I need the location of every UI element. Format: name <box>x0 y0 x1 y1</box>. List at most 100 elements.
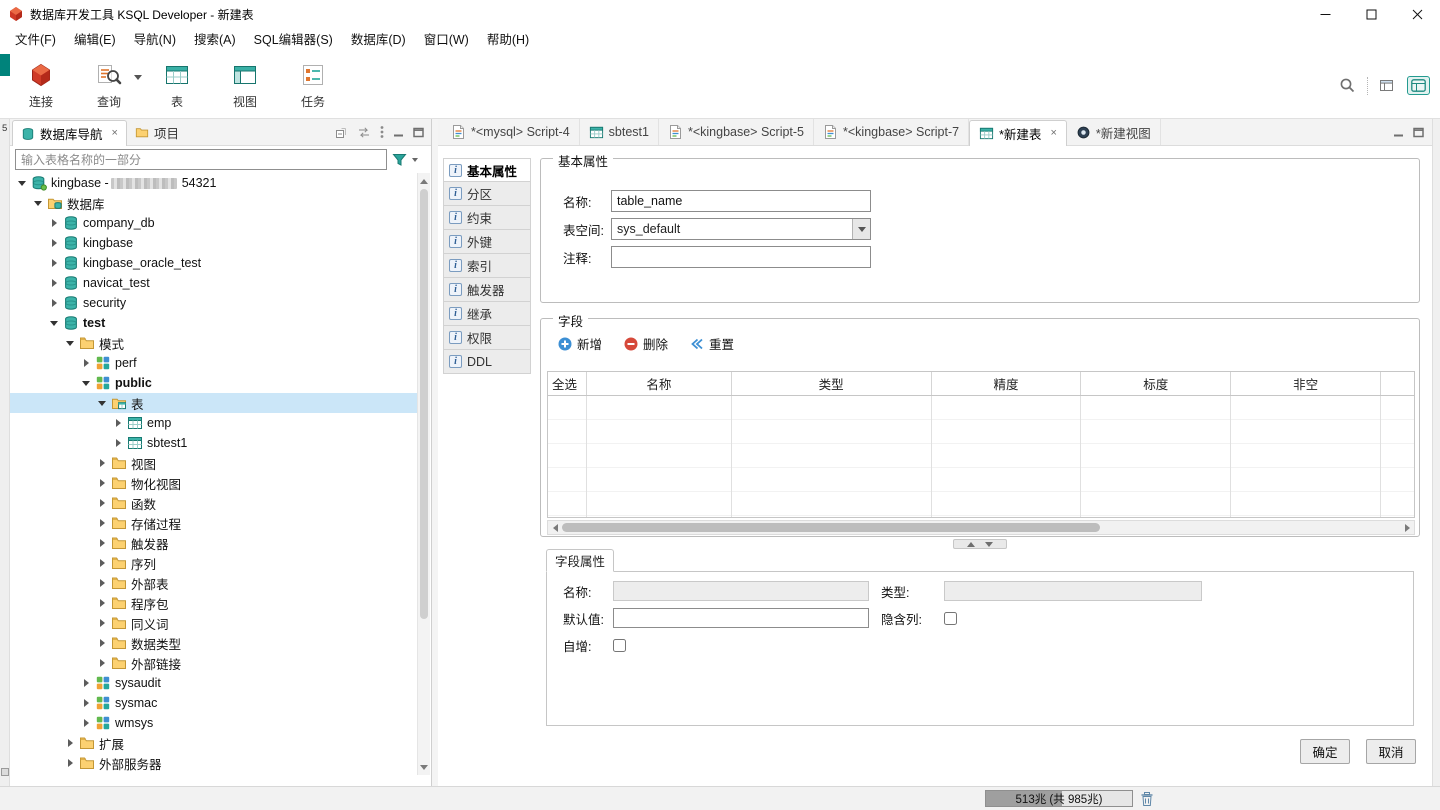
splitter[interactable] <box>540 538 1420 550</box>
toolbar-button[interactable]: 查询 <box>84 57 142 114</box>
cancel-button[interactable]: 取消 <box>1366 739 1416 764</box>
toolbar-button[interactable]: 任务 <box>288 57 338 114</box>
tree-item[interactable]: 外部链接 <box>10 653 417 673</box>
category-item[interactable]: i 外键 <box>443 230 531 254</box>
editor-tab[interactable]: *<mysql> Script-4 <box>442 119 580 145</box>
category-item[interactable]: i 继承 <box>443 302 531 326</box>
grid-column-header[interactable]: 名称 <box>587 372 732 395</box>
active-perspective-icon[interactable] <box>1407 76 1430 95</box>
grid-column-header[interactable] <box>1381 372 1414 395</box>
menu-item[interactable]: 导航(N) <box>125 29 185 51</box>
tree-expander-icon[interactable] <box>94 479 110 487</box>
scrollbar-thumb[interactable] <box>562 523 1100 532</box>
tree-item[interactable]: 扩展 <box>10 733 417 753</box>
editor-tab[interactable]: *新建视图 <box>1067 119 1161 145</box>
toolbar-button[interactable]: 连接 <box>16 57 66 114</box>
dropdown-caret-icon[interactable] <box>134 69 142 83</box>
tree-expander-icon[interactable] <box>94 499 110 507</box>
tree-expander-icon[interactable] <box>94 459 110 467</box>
category-item[interactable]: i DDL <box>443 350 531 374</box>
tree-expander-icon[interactable] <box>94 619 110 627</box>
reset-fields-button[interactable]: 重置 <box>685 331 739 356</box>
grid-column-header[interactable]: 类型 <box>732 372 932 395</box>
scroll-down-icon[interactable] <box>418 760 430 774</box>
tree-expander-icon[interactable] <box>110 439 126 447</box>
tree-expander-icon[interactable] <box>94 539 110 547</box>
editor-tab[interactable]: sbtest1 <box>580 119 659 145</box>
tree-item[interactable]: company_db <box>10 213 417 233</box>
prop-default-input[interactable] <box>613 608 869 628</box>
field-props-tab[interactable]: 字段属性 <box>546 549 614 572</box>
open-perspective-icon[interactable] <box>1379 78 1396 93</box>
scrollbar-thumb[interactable] <box>420 189 428 619</box>
tree-expander-icon[interactable] <box>62 739 78 747</box>
tree-item[interactable]: 函数 <box>10 493 417 513</box>
tree-expander-icon[interactable] <box>110 419 126 427</box>
table-name-input[interactable] <box>611 190 871 212</box>
grid-column-header[interactable]: 非空 <box>1231 372 1382 395</box>
tree-expander-icon[interactable] <box>94 599 110 607</box>
tree-item[interactable]: navicat_test <box>10 273 417 293</box>
view-menu-icon[interactable] <box>380 125 384 139</box>
menu-item[interactable]: 数据库(D) <box>342 29 415 51</box>
tree-expander-icon[interactable] <box>94 401 110 406</box>
tree-expander-icon[interactable] <box>62 759 78 767</box>
maximize-button[interactable] <box>1348 0 1394 28</box>
tree-expander-icon[interactable] <box>94 579 110 587</box>
tree-expander-icon[interactable] <box>94 659 110 667</box>
tree-expander-icon[interactable] <box>46 279 62 287</box>
tree-expander-icon[interactable] <box>94 559 110 567</box>
tree-item[interactable]: perf <box>10 353 417 373</box>
menu-item[interactable]: 帮助(H) <box>478 29 538 51</box>
auto-increment-checkbox[interactable] <box>613 638 626 652</box>
tree-item[interactable]: kingbase <box>10 233 417 253</box>
scroll-right-icon[interactable] <box>1400 521 1414 534</box>
filter-icon[interactable] <box>392 152 407 167</box>
link-with-editor-icon[interactable] <box>357 126 371 139</box>
tree-item[interactable]: kingbase_oracle_test <box>10 253 417 273</box>
tree-item[interactable]: 同义词 <box>10 613 417 633</box>
tree-item[interactable]: security <box>10 293 417 313</box>
grid-horizontal-scrollbar[interactable] <box>547 520 1415 535</box>
tree-item[interactable]: emp <box>10 413 417 433</box>
tree-item[interactable]: 视图 <box>10 453 417 473</box>
category-item[interactable]: i 分区 <box>443 182 531 206</box>
tree-expander-icon[interactable] <box>14 181 30 186</box>
collapse-all-icon[interactable] <box>335 126 348 139</box>
tree-item[interactable]: wmsys <box>10 713 417 733</box>
combo-caret-icon[interactable] <box>852 219 870 239</box>
menu-item[interactable]: 搜索(A) <box>185 29 245 51</box>
category-item[interactable]: i 触发器 <box>443 278 531 302</box>
tree-item[interactable]: 数据库 <box>10 193 417 213</box>
delete-field-button[interactable]: 删除 <box>619 331 673 356</box>
tree-item[interactable]: 触发器 <box>10 533 417 553</box>
tree-expander-icon[interactable] <box>62 341 78 346</box>
tree-item[interactable]: 表 <box>10 393 417 413</box>
filter-caret-icon[interactable] <box>412 157 418 162</box>
category-item[interactable]: i 权限 <box>443 326 531 350</box>
toolbar-button[interactable]: 表 <box>152 57 202 114</box>
tree-expander-icon[interactable] <box>30 201 46 206</box>
close-icon[interactable]: × <box>112 128 118 139</box>
tree-expander-icon[interactable] <box>78 699 94 707</box>
tree-item[interactable]: 序列 <box>10 553 417 573</box>
grid-column-header[interactable]: 全选 <box>548 372 587 395</box>
menu-item[interactable]: 文件(F) <box>6 29 65 51</box>
tree-item[interactable]: 外部表 <box>10 573 417 593</box>
tree-expander-icon[interactable] <box>46 239 62 247</box>
tree-expander-icon[interactable] <box>46 219 62 227</box>
trash-icon[interactable] <box>1140 791 1154 807</box>
category-item[interactable]: i 索引 <box>443 254 531 278</box>
minimized-view-icon[interactable] <box>1 768 9 776</box>
tree-item[interactable]: test <box>10 313 417 333</box>
grid-column-header[interactable]: 精度 <box>932 372 1082 395</box>
toolbar-button[interactable]: 视图 <box>220 57 270 114</box>
category-item[interactable]: i 基本属性 <box>443 158 531 182</box>
minimize-view-icon[interactable] <box>393 127 404 138</box>
tree-item[interactable]: 程序包 <box>10 593 417 613</box>
menu-item[interactable]: 窗口(W) <box>415 29 478 51</box>
tree-item[interactable]: 数据类型 <box>10 633 417 653</box>
close-button[interactable] <box>1394 0 1440 28</box>
tree-item[interactable] <box>10 773 417 775</box>
tree-item[interactable]: sysaudit <box>10 673 417 693</box>
